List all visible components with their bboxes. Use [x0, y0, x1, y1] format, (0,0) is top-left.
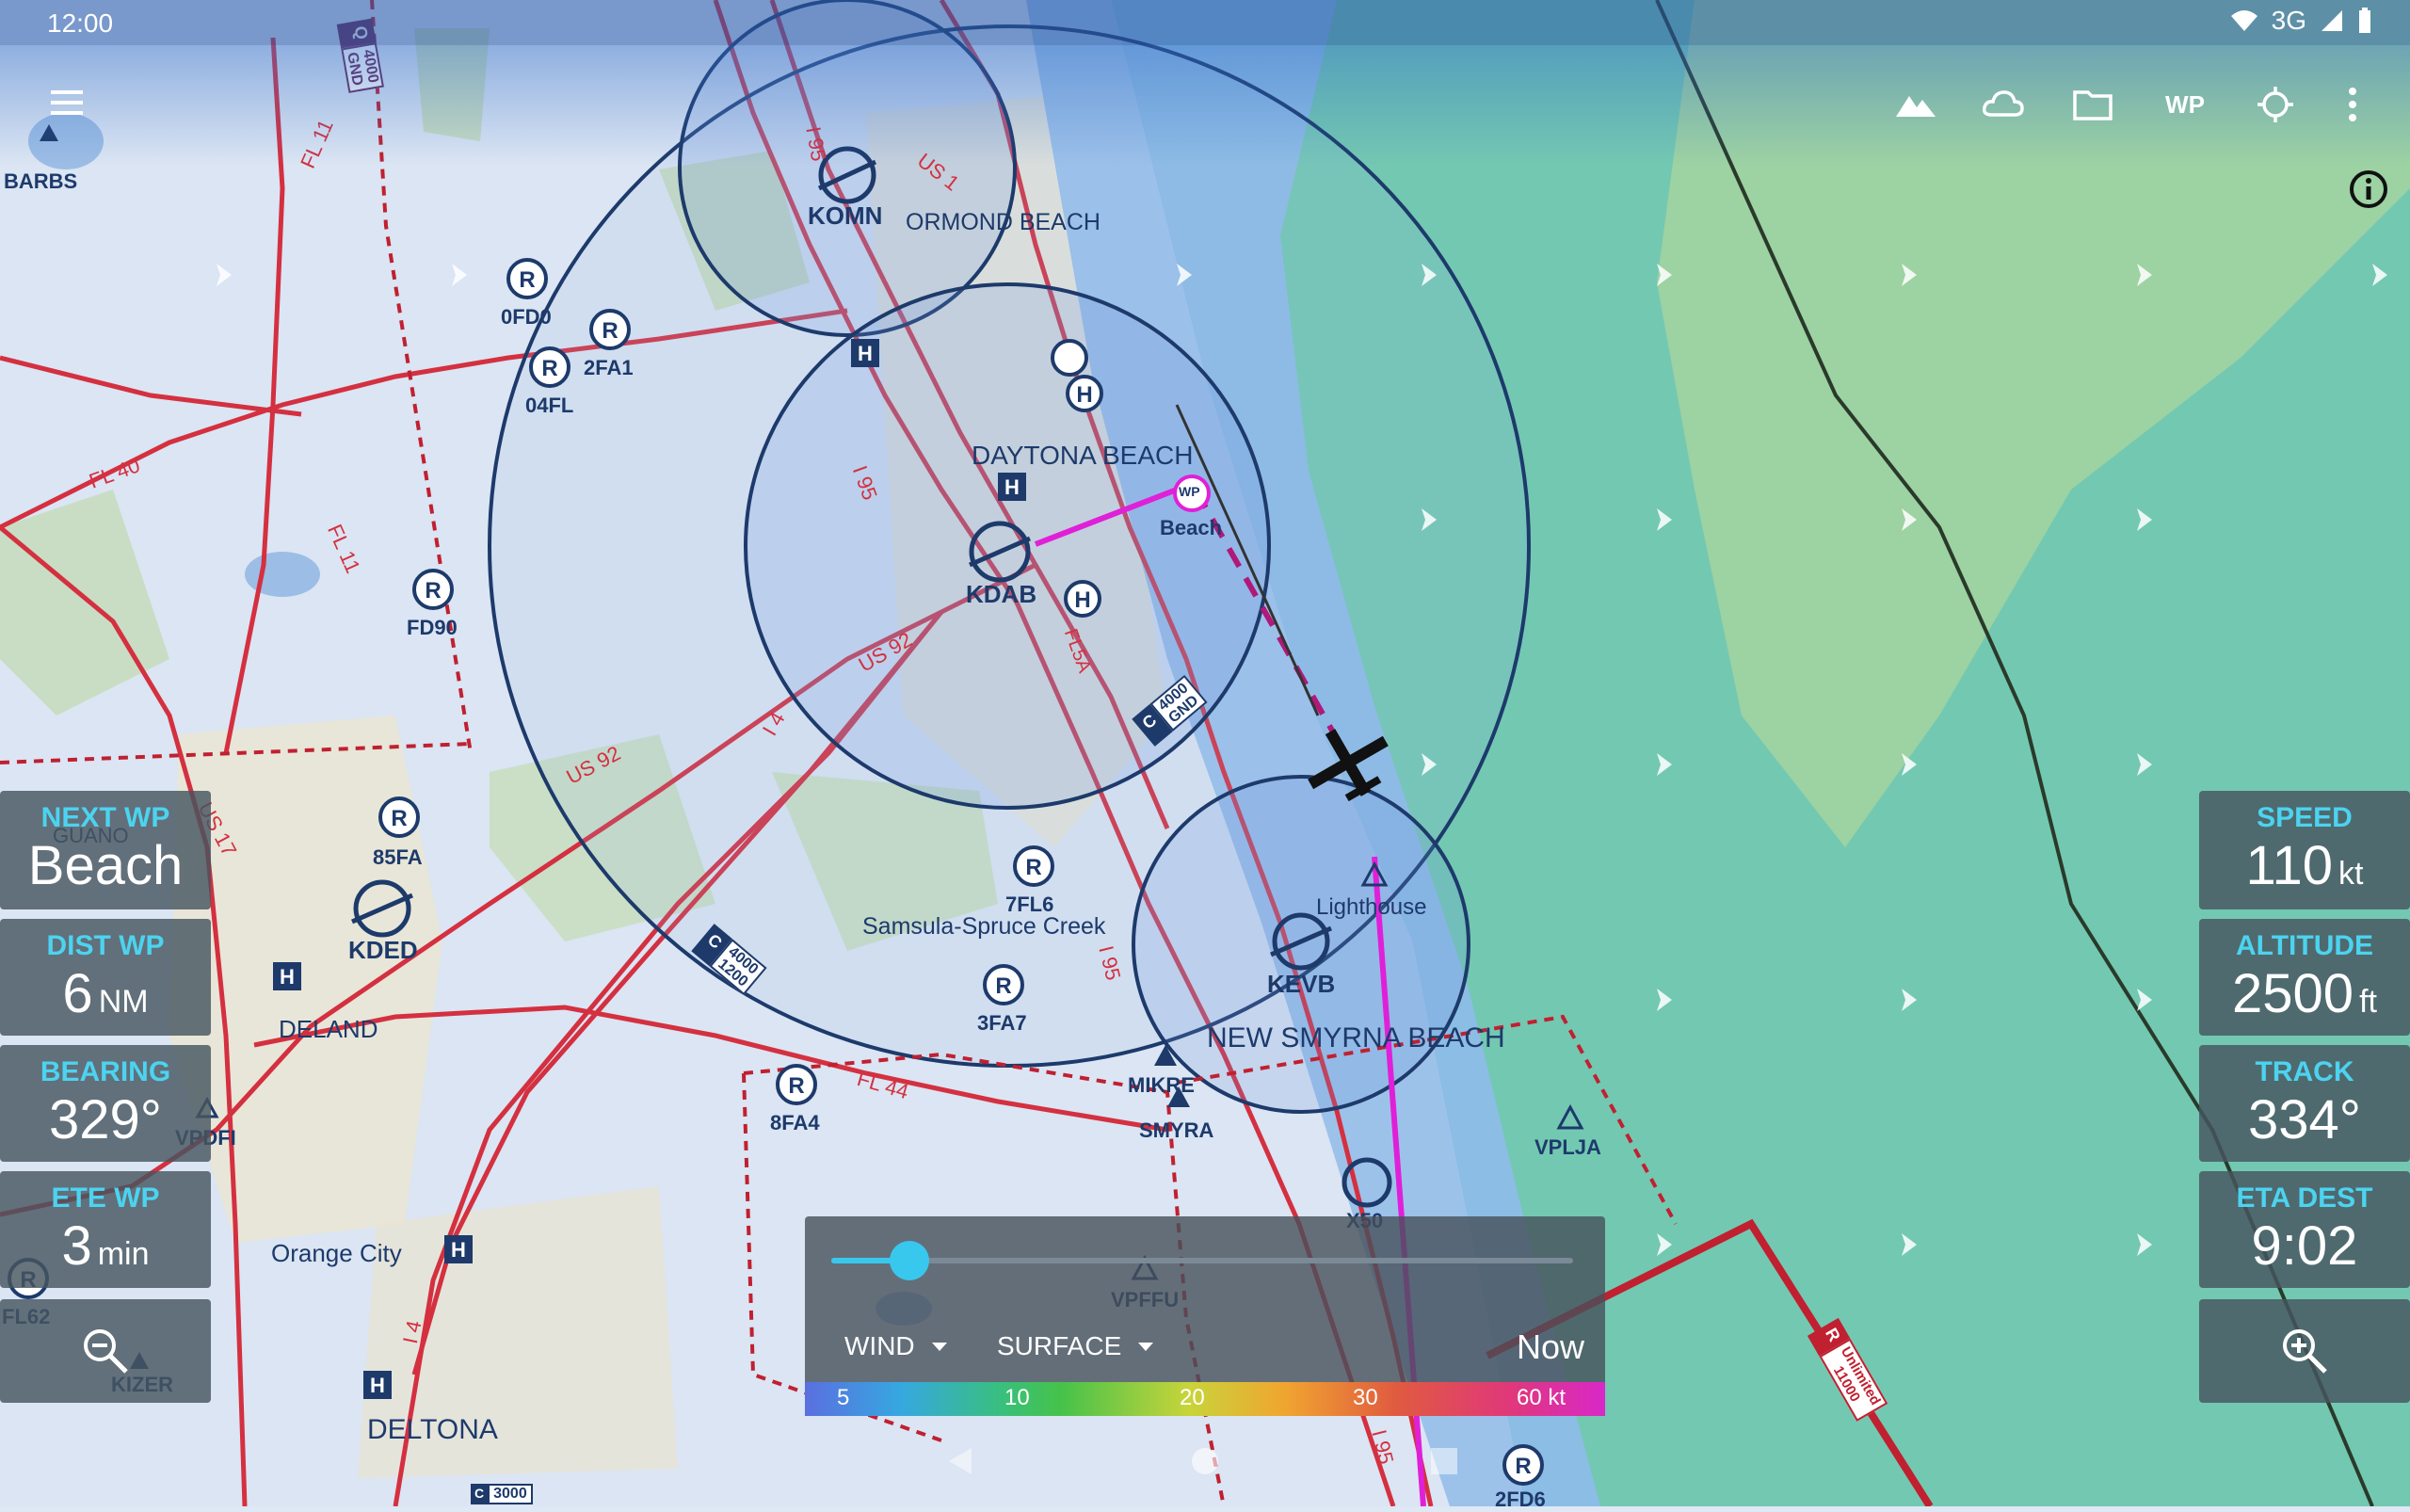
- files-button[interactable]: [2060, 72, 2126, 137]
- info-button[interactable]: [2344, 165, 2393, 214]
- eta-dest-label: ETA DEST: [2236, 1182, 2373, 1214]
- folder-icon: [2073, 90, 2113, 121]
- eta-dest-panel[interactable]: ETA DEST 9:02: [2199, 1171, 2410, 1288]
- svg-text:R: R: [602, 318, 618, 344]
- more-vert-icon: [2349, 88, 2356, 121]
- chevron-down-icon: [1138, 1342, 1154, 1351]
- svg-text:H: H: [280, 965, 295, 989]
- signal-icon: [2322, 10, 2342, 31]
- info-icon: [2350, 170, 2387, 208]
- speed-label: SPEED: [2257, 802, 2353, 833]
- overflow-menu-button[interactable]: [2320, 72, 2386, 137]
- recents-icon: [1431, 1448, 1457, 1474]
- zoom-out-icon: [84, 1329, 128, 1374]
- layer-value: WIND: [844, 1331, 915, 1360]
- svg-text:H: H: [1004, 475, 1020, 499]
- battery-icon: [2359, 8, 2370, 33]
- svg-text:H: H: [1074, 587, 1090, 613]
- scale-tick: 60 kt: [1517, 1385, 1566, 1410]
- level-dropdown[interactable]: SURFACE: [997, 1331, 1154, 1361]
- dist-wp-unit: NM: [98, 984, 149, 1020]
- wifi-icon: [2230, 10, 2257, 31]
- bearing-label: BEARING: [40, 1056, 171, 1087]
- dist-wp-panel[interactable]: DIST WP 6 NM: [0, 919, 211, 1036]
- track-panel[interactable]: TRACK 334°: [2199, 1045, 2410, 1162]
- weather-overlay-panel: WIND SURFACE Now 5 10 20 30 60 kt: [805, 1216, 1605, 1416]
- wind-speed-scale: 5 10 20 30 60 kt: [805, 1382, 1605, 1416]
- next-wp-panel[interactable]: NEXT WP Beach: [0, 791, 211, 909]
- locate-button[interactable]: [2242, 72, 2308, 137]
- menu-button[interactable]: [34, 70, 100, 136]
- speed-unit: kt: [2338, 856, 2364, 892]
- waypoint-button[interactable]: WP: [2152, 72, 2218, 137]
- mountain-icon: [1896, 96, 1936, 117]
- eta-dest-value: 9:02: [2251, 1215, 2358, 1277]
- ete-wp-unit: min: [97, 1236, 150, 1272]
- layer-dropdown[interactable]: WIND: [844, 1331, 947, 1361]
- dist-wp-value: 6: [62, 963, 93, 1024]
- network-type: 3G: [2271, 6, 2306, 35]
- back-icon: [949, 1448, 972, 1474]
- ete-wp-panel[interactable]: ETE WP 3 min: [0, 1171, 211, 1288]
- next-wp-value: Beach: [27, 835, 184, 896]
- time-slider-thumb[interactable]: [889, 1241, 929, 1280]
- svg-text:R: R: [425, 578, 441, 603]
- speed-panel[interactable]: SPEED 110 kt: [2199, 791, 2410, 909]
- svg-text:R: R: [788, 1073, 804, 1099]
- speed-value: 110: [2245, 835, 2333, 896]
- cloud-icon: [1982, 90, 2024, 117]
- zoom-out-button[interactable]: [0, 1299, 211, 1403]
- terrain-button[interactable]: [1883, 72, 1949, 137]
- svg-text:R: R: [995, 973, 1011, 999]
- ete-wp-value: 3: [61, 1215, 92, 1277]
- crosshair-icon: [2257, 87, 2293, 122]
- top-toolbar: [0, 45, 2410, 166]
- altitude-label: ALTITUDE: [2235, 930, 2374, 961]
- svg-text:R: R: [519, 267, 535, 293]
- zoom-in-icon: [2283, 1329, 2327, 1374]
- chevron-down-icon: [931, 1342, 947, 1351]
- hamburger-icon: [51, 90, 83, 115]
- scale-tick: 10: [1004, 1385, 1030, 1410]
- svg-text:R: R: [391, 806, 407, 831]
- bearing-value: 329°: [49, 1089, 162, 1150]
- status-bar: 12:00 3G: [0, 0, 2410, 45]
- altitude-unit: ft: [2359, 984, 2377, 1020]
- altitude-value: 2500: [2232, 963, 2354, 1024]
- status-icons: 3G: [2230, 6, 2372, 36]
- track-label: TRACK: [2255, 1056, 2354, 1087]
- svg-text:R: R: [541, 356, 557, 381]
- altitude-panel[interactable]: ALTITUDE 2500 ft: [2199, 919, 2410, 1036]
- track-value: 334°: [2248, 1089, 2361, 1150]
- next-wp-label: NEXT WP: [40, 802, 170, 833]
- dist-wp-label: DIST WP: [46, 930, 165, 961]
- svg-text:R: R: [1025, 855, 1041, 880]
- scale-tick: 20: [1180, 1385, 1205, 1410]
- svg-text:H: H: [451, 1238, 466, 1262]
- bearing-panel[interactable]: BEARING 329°: [0, 1045, 211, 1162]
- scale-tick: 5: [837, 1385, 850, 1410]
- wp-label: WP: [2165, 89, 2205, 119]
- svg-text:H: H: [858, 342, 873, 365]
- weather-button[interactable]: [1969, 72, 2035, 137]
- svg-text:H: H: [370, 1374, 385, 1397]
- level-value: SURFACE: [997, 1331, 1122, 1360]
- forecast-time: Now: [1516, 1327, 1584, 1366]
- home-icon: [1192, 1448, 1218, 1474]
- zoom-in-button[interactable]: [2199, 1299, 2410, 1403]
- ete-wp-label: ETE WP: [51, 1182, 160, 1214]
- system-nav-bar: [949, 1448, 1457, 1474]
- time-slider[interactable]: [831, 1241, 1573, 1280]
- clock: 12:00: [47, 8, 114, 38]
- svg-text:H: H: [1076, 382, 1092, 408]
- scale-tick: 30: [1353, 1385, 1378, 1410]
